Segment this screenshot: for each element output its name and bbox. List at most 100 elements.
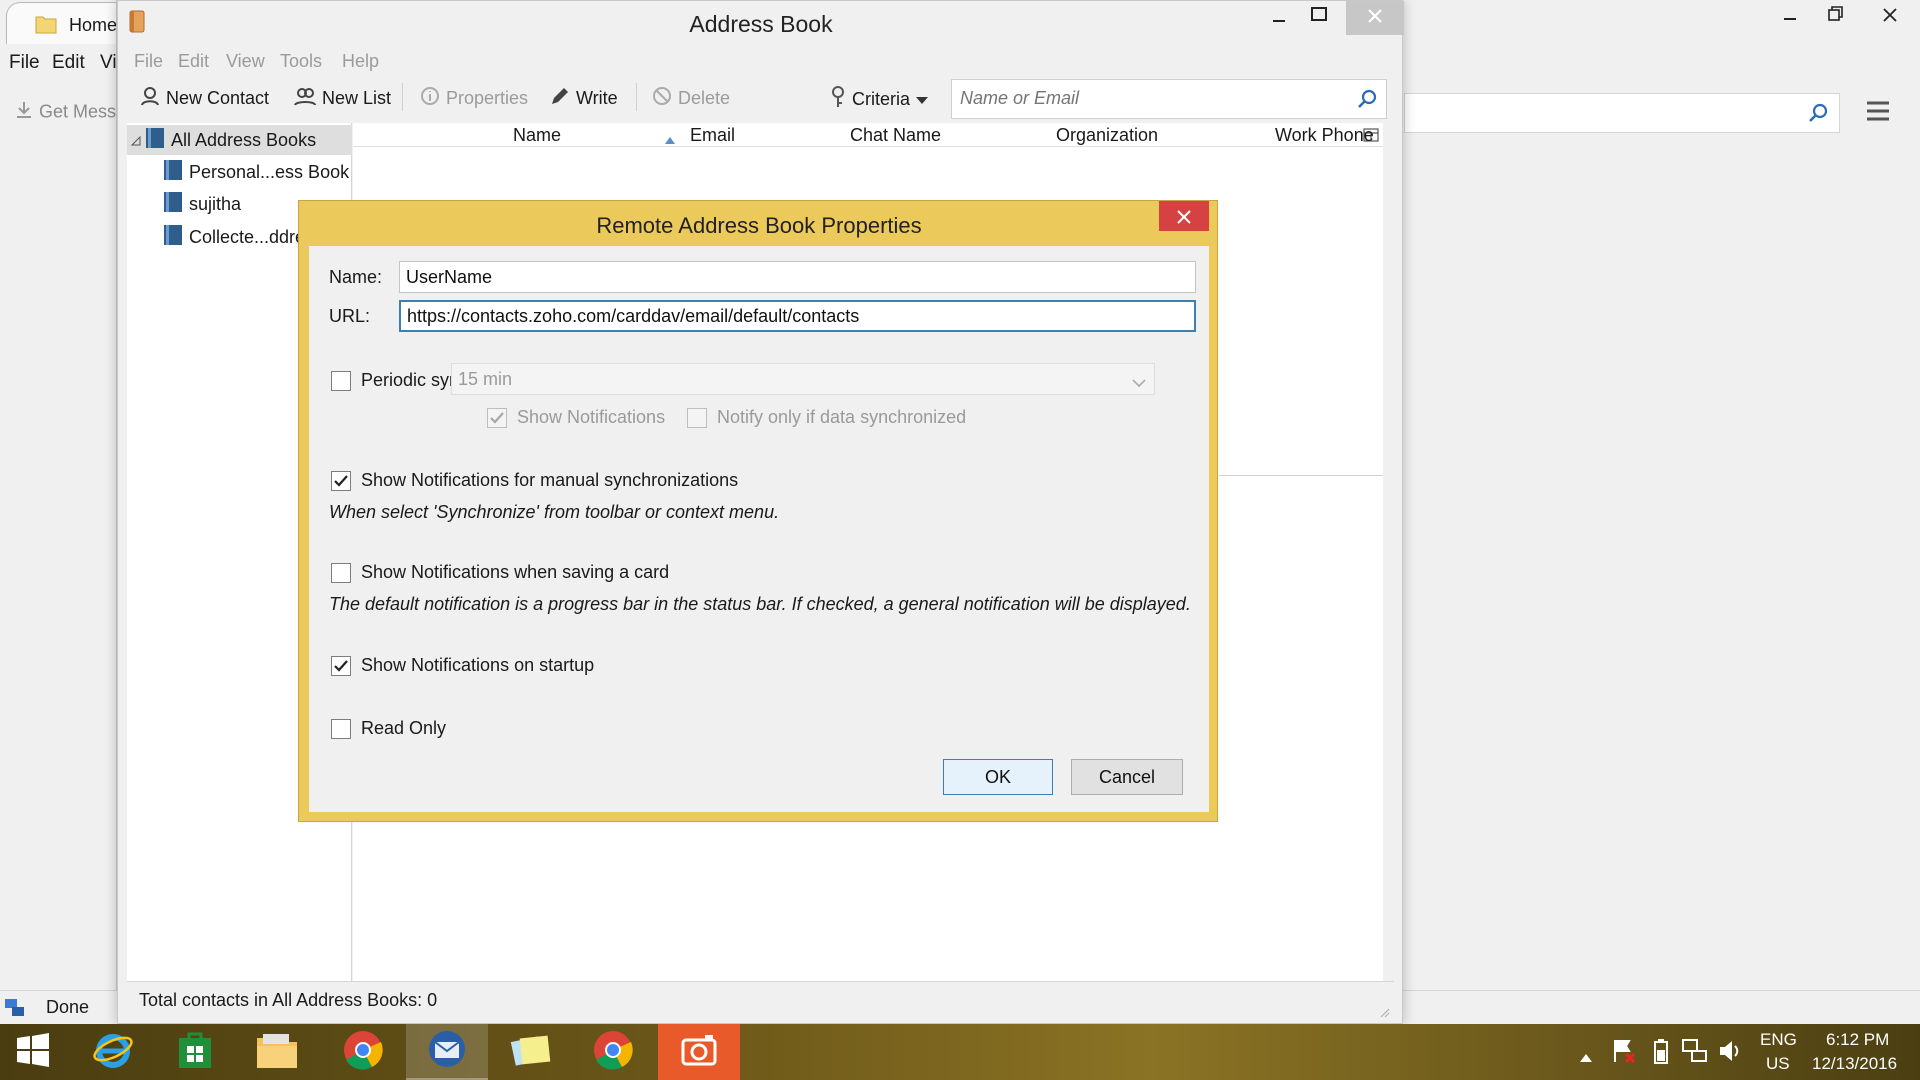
- properties-button[interactable]: Properties: [420, 86, 528, 111]
- close-button[interactable]: [1346, 1, 1404, 35]
- status-bar: Total contacts in All Address Books: 0: [127, 981, 1394, 1019]
- toolbar-separator: [636, 83, 637, 111]
- contact-search-input[interactable]: [960, 88, 1340, 109]
- write-button[interactable]: Write: [550, 86, 618, 111]
- menu-edit[interactable]: Edit: [52, 52, 85, 74]
- taskbar-internet-explorer[interactable]: [72, 1024, 154, 1080]
- taskbar-chrome[interactable]: [322, 1024, 404, 1080]
- name-label: Name:: [329, 267, 383, 287]
- sync-interval-select[interactable]: 15 min: [451, 363, 1155, 395]
- contact-search-field[interactable]: [951, 79, 1387, 119]
- tab-home[interactable]: Home: [6, 2, 128, 44]
- url-label: URL:: [329, 306, 371, 326]
- contact-list-header: Name Email Chat Name Organization Work P…: [353, 123, 1383, 147]
- close-icon: [1177, 202, 1191, 232]
- criteria-button[interactable]: Criteria: [830, 86, 929, 113]
- menu-file[interactable]: File: [9, 52, 40, 74]
- maximize-button[interactable]: [1294, 1, 1344, 35]
- taskbar-sticky-notes[interactable]: [490, 1024, 572, 1080]
- network-icon[interactable]: [1682, 1038, 1708, 1069]
- menu-tools[interactable]: Tools: [280, 51, 322, 72]
- network-icon: [4, 997, 26, 1024]
- restore-button[interactable]: [1806, 0, 1866, 34]
- chrome-icon: [592, 1029, 634, 1076]
- taskbar-file-explorer[interactable]: [236, 1024, 318, 1080]
- resize-grip-icon[interactable]: [1378, 1002, 1390, 1023]
- read-only-label: Read Only: [361, 718, 447, 738]
- new-contact-icon: [140, 86, 160, 111]
- search-icon: [1356, 88, 1378, 115]
- new-contact-label: New Contact: [166, 88, 270, 108]
- notify-only-synced-checkbox[interactable]: [687, 408, 707, 428]
- dialog-body: Name: URL: Periodic sync 15 min Show Not…: [309, 246, 1209, 812]
- file-explorer-icon: [255, 1030, 299, 1075]
- menu-view[interactable]: View: [226, 51, 265, 72]
- column-picker-icon[interactable]: [1363, 127, 1379, 148]
- chrome-icon: [342, 1029, 384, 1076]
- criteria-label: Criteria: [852, 89, 911, 109]
- startup-notifications-checkbox[interactable]: [331, 656, 351, 676]
- column-header-name[interactable]: Name: [513, 125, 561, 146]
- address-book-icon: [163, 159, 183, 186]
- battery-icon[interactable]: [1654, 1038, 1668, 1069]
- saving-card-notifications-label: Show Notifications when saving a card: [361, 562, 670, 582]
- get-messages-button[interactable]: Get Mess: [14, 100, 116, 125]
- manual-sync-notifications-checkbox[interactable]: [331, 471, 351, 491]
- tree-item-personal-address-book[interactable]: Personal...ess Book: [127, 157, 352, 187]
- tab-home-label: Home: [69, 15, 118, 35]
- volume-icon[interactable]: [1718, 1038, 1742, 1069]
- show-notifications-checkbox[interactable]: [487, 408, 507, 428]
- input-language-line1[interactable]: ENG: [1760, 1030, 1797, 1050]
- window-controls: [1254, 1, 1404, 35]
- dialog-title: Remote Address Book Properties: [596, 213, 922, 238]
- download-icon: [14, 100, 34, 125]
- menu-help[interactable]: Help: [342, 51, 379, 72]
- taskbar-store[interactable]: [154, 1024, 236, 1080]
- menu-view[interactable]: Vi: [100, 52, 117, 74]
- input-language-line2[interactable]: US: [1766, 1054, 1790, 1074]
- taskbar-chrome-2[interactable]: [572, 1024, 654, 1080]
- write-label: Write: [576, 88, 618, 108]
- get-messages-label: Get Mess: [39, 101, 117, 122]
- background-search-field[interactable]: [1404, 93, 1840, 133]
- url-field[interactable]: [399, 300, 1196, 332]
- delete-button[interactable]: Delete: [652, 86, 730, 111]
- periodic-sync-checkbox[interactable]: [331, 371, 351, 391]
- read-only-checkbox[interactable]: [331, 719, 351, 739]
- taskbar-thunderbird[interactable]: [406, 1024, 488, 1080]
- new-contact-button[interactable]: New Contact: [140, 86, 269, 111]
- app-menu-button[interactable]: [1866, 100, 1890, 124]
- clock-date[interactable]: 12/13/2016: [1812, 1054, 1897, 1074]
- column-header-organization[interactable]: Organization: [1056, 125, 1158, 146]
- menu-file[interactable]: File: [134, 51, 163, 72]
- dialog-close-button[interactable]: [1159, 201, 1209, 231]
- column-header-chat-name[interactable]: Chat Name: [850, 125, 941, 146]
- column-header-work-phone[interactable]: Work Phone: [1275, 125, 1374, 146]
- new-list-button[interactable]: New List: [294, 86, 391, 111]
- camera-icon: [679, 1030, 719, 1075]
- name-field[interactable]: [399, 261, 1196, 293]
- new-list-label: New List: [322, 88, 392, 108]
- cancel-button[interactable]: Cancel: [1071, 759, 1183, 795]
- thunderbird-icon: [425, 1028, 469, 1075]
- key-icon: [830, 86, 846, 113]
- action-center-flag-icon[interactable]: [1612, 1038, 1636, 1069]
- tree-item-label: Personal...ess Book: [189, 161, 350, 182]
- column-header-email[interactable]: Email: [690, 125, 735, 146]
- store-icon: [175, 1030, 215, 1075]
- tree-item-all-address-books[interactable]: All Address Books: [127, 125, 352, 155]
- show-hidden-icons-icon[interactable]: [1580, 1046, 1592, 1067]
- start-button[interactable]: [0, 1024, 66, 1080]
- delete-label: Delete: [678, 88, 731, 108]
- status-text: Total contacts in All Address Books: 0: [139, 990, 438, 1010]
- taskbar-camera[interactable]: [658, 1024, 740, 1080]
- ok-button[interactable]: OK: [943, 759, 1053, 795]
- saving-card-notifications-checkbox[interactable]: [331, 563, 351, 583]
- tree-item-label: sujitha: [189, 193, 242, 214]
- clock-time[interactable]: 6:12 PM: [1826, 1030, 1889, 1050]
- close-button[interactable]: [1860, 0, 1920, 34]
- sticky-notes-icon: [509, 1031, 553, 1074]
- status-text: Done: [46, 997, 90, 1017]
- menu-edit[interactable]: Edit: [178, 51, 209, 72]
- windows-logo-icon: [15, 1032, 51, 1073]
